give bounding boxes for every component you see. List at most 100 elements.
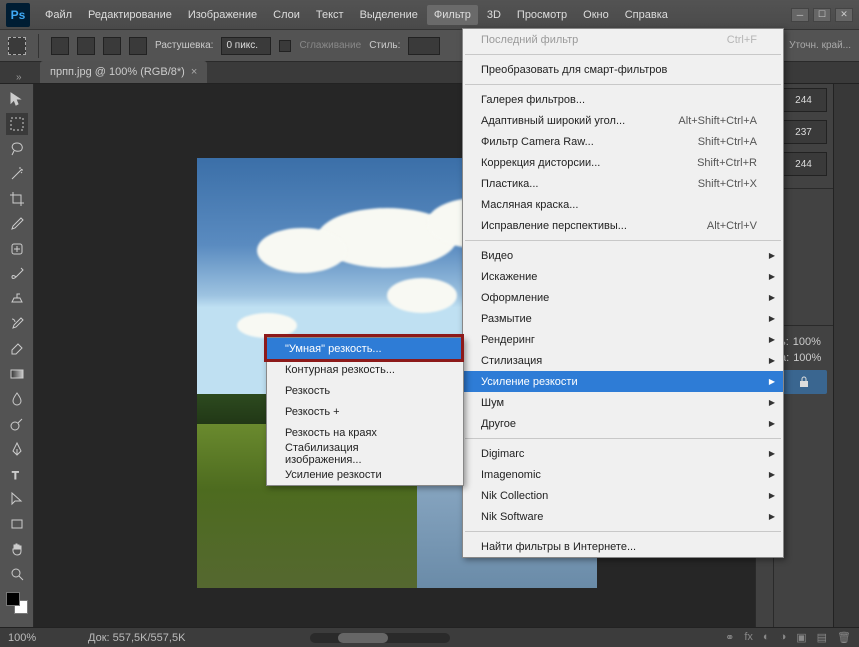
menu-item[interactable]: Усиление резкости▶ [463, 371, 783, 392]
shortcut-label: Ctrl+F [727, 34, 757, 46]
menu-редактирование[interactable]: Редактирование [81, 5, 179, 25]
panel-value-1[interactable]: 244 [780, 88, 827, 112]
maximize-button[interactable]: ☐ [813, 8, 831, 22]
group-icon[interactable]: ▣ [796, 631, 806, 644]
menu-item-label: Последний фильтр [481, 34, 578, 46]
menu-окно[interactable]: Окно [576, 5, 616, 25]
menu-item[interactable]: Nik Software▶ [463, 506, 783, 527]
marquee-tool-icon[interactable] [8, 37, 26, 55]
menu-текст[interactable]: Текст [309, 5, 351, 25]
menu-item[interactable]: Найти фильтры в Интернете... [463, 536, 783, 557]
layer-lock-icon[interactable] [780, 370, 827, 394]
document-tab[interactable]: прпп.jpg @ 100% (RGB/8*) × [40, 61, 207, 83]
menu-item[interactable]: Коррекция дисторсии...Shift+Ctrl+R [463, 152, 783, 173]
menu-item[interactable]: Оформление▶ [463, 287, 783, 308]
menu-item[interactable]: Стилизация▶ [463, 350, 783, 371]
menu-item[interactable]: Nik Collection▶ [463, 485, 783, 506]
rectangle-tool-icon[interactable] [6, 513, 28, 535]
eraser-tool-icon[interactable] [6, 338, 28, 360]
submenu-arrow-icon: ▶ [769, 335, 775, 344]
pen-tool-icon[interactable] [6, 438, 28, 460]
layer-style-icon[interactable]: fx [744, 631, 753, 644]
add-selection-icon[interactable] [77, 37, 95, 55]
eyedropper-tool-icon[interactable] [6, 213, 28, 235]
menu-item[interactable]: Преобразовать для смарт-фильтров [463, 59, 783, 80]
new-selection-icon[interactable] [51, 37, 69, 55]
move-tool-icon[interactable] [6, 88, 28, 110]
menu-3d[interactable]: 3D [480, 5, 508, 25]
menu-выделение[interactable]: Выделение [353, 5, 425, 25]
minimize-button[interactable]: ─ [791, 8, 809, 22]
zoom-field[interactable]: 100% [8, 632, 68, 644]
layer-mask-icon[interactable]: ◐ [763, 631, 770, 644]
path-selection-tool-icon[interactable] [6, 488, 28, 510]
feather-input[interactable] [221, 37, 271, 55]
menu-item[interactable]: Исправление перспективы...Alt+Ctrl+V [463, 215, 783, 236]
submenu-item[interactable]: Контурная резкость... [267, 359, 463, 380]
link-layers-icon[interactable]: ⚭ [725, 631, 734, 644]
type-tool-icon[interactable]: T [6, 463, 28, 485]
blur-tool-icon[interactable] [6, 388, 28, 410]
menu-item[interactable]: Шум▶ [463, 392, 783, 413]
submenu-item[interactable]: Усиление резкости [267, 464, 463, 485]
dodge-tool-icon[interactable] [6, 413, 28, 435]
collapsed-panel-column[interactable] [833, 84, 859, 627]
history-brush-tool-icon[interactable] [6, 313, 28, 335]
tab-close-icon[interactable]: × [191, 66, 197, 78]
menu-item[interactable]: Адаптивный широкий угол...Alt+Shift+Ctrl… [463, 110, 783, 131]
menu-слои[interactable]: Слои [266, 5, 307, 25]
submenu-item[interactable]: Резкость на краях [267, 422, 463, 443]
intersect-selection-icon[interactable] [129, 37, 147, 55]
panel-value-3[interactable]: 244 [780, 152, 827, 176]
color-swatches[interactable] [6, 592, 28, 614]
horizontal-scrollbar[interactable] [310, 633, 450, 643]
style-label: Стиль: [369, 40, 400, 51]
gradient-tool-icon[interactable] [6, 363, 28, 385]
menu-item-label: Размытие [481, 313, 532, 325]
shortcut-label: Shift+Ctrl+X [698, 178, 757, 190]
menu-фильтр[interactable]: Фильтр [427, 5, 478, 25]
menu-item[interactable]: Искажение▶ [463, 266, 783, 287]
menu-изображение[interactable]: Изображение [181, 5, 264, 25]
menu-файл[interactable]: Файл [38, 5, 79, 25]
menu-item[interactable]: Масляная краска... [463, 194, 783, 215]
menu-item[interactable]: Рендеринг ▶ [463, 329, 783, 350]
refine-edge-button[interactable]: Уточн. край... [789, 40, 851, 51]
menu-item[interactable]: Видео▶ [463, 245, 783, 266]
clone-stamp-tool-icon[interactable] [6, 288, 28, 310]
lasso-tool-icon[interactable] [6, 138, 28, 160]
submenu-item[interactable]: Стабилизация изображения... [267, 443, 463, 464]
menu-item[interactable]: Галерея фильтров... [463, 89, 783, 110]
menu-item-label: Шум [481, 397, 504, 409]
antialias-checkbox[interactable] [279, 40, 291, 52]
menu-item[interactable]: Фильтр Camera Raw...Shift+Ctrl+A [463, 131, 783, 152]
new-layer-icon[interactable]: ▤ [817, 631, 827, 644]
menu-item-label: Коррекция дисторсии... [481, 157, 600, 169]
menu-item-label: Рендеринг [481, 334, 535, 346]
marquee-tool-icon[interactable] [6, 113, 28, 135]
menu-просмотр[interactable]: Просмотр [510, 5, 574, 25]
submenu-item[interactable]: Резкость + [267, 401, 463, 422]
menu-item-label: Imagenomic [481, 469, 541, 481]
delete-layer-icon[interactable]: 🗑 [837, 631, 851, 644]
menu-item[interactable]: Другое▶ [463, 413, 783, 434]
menu-справка[interactable]: Справка [618, 5, 675, 25]
submenu-item[interactable]: Резкость [267, 380, 463, 401]
close-button[interactable]: ✕ [835, 8, 853, 22]
style-dropdown[interactable] [408, 37, 440, 55]
magic-wand-tool-icon[interactable] [6, 163, 28, 185]
tab-chevron-icon[interactable]: » [16, 72, 22, 83]
adjustment-layer-icon[interactable]: ◑ [780, 631, 787, 644]
hand-tool-icon[interactable] [6, 538, 28, 560]
submenu-item[interactable]: "Умная" резкость... [267, 338, 463, 359]
menu-item[interactable]: Digimarc▶ [463, 443, 783, 464]
brush-tool-icon[interactable] [6, 263, 28, 285]
healing-brush-tool-icon[interactable] [6, 238, 28, 260]
menu-item[interactable]: Размытие▶ [463, 308, 783, 329]
panel-value-2[interactable]: 237 [780, 120, 827, 144]
crop-tool-icon[interactable] [6, 188, 28, 210]
zoom-tool-icon[interactable] [6, 563, 28, 585]
subtract-selection-icon[interactable] [103, 37, 121, 55]
menu-item[interactable]: Imagenomic▶ [463, 464, 783, 485]
menu-item[interactable]: Пластика...Shift+Ctrl+X [463, 173, 783, 194]
